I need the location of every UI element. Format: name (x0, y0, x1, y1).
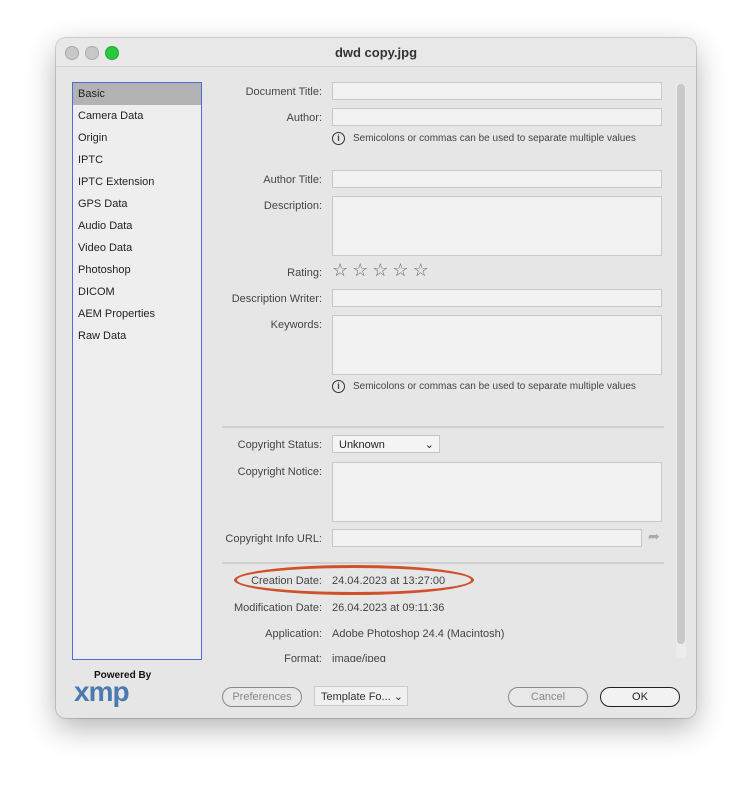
description-writer-input[interactable] (332, 289, 662, 307)
copyright-status-label: Copyright Status: (237, 439, 322, 451)
ok-button[interactable]: OK (600, 687, 680, 707)
copyright-url-input[interactable] (332, 529, 642, 547)
template-folder-select[interactable]: Template Fo... ⌄ (314, 686, 408, 706)
application-value: Adobe Photoshop 24.4 (Macintosh) (332, 628, 505, 640)
chevron-down-icon: ⌄ (393, 691, 403, 703)
author-input[interactable] (332, 108, 662, 126)
form-area: Document Title: Author: i Semicolons or c… (56, 38, 676, 662)
copyright-status-value: Unknown (339, 439, 385, 451)
go-to-url-icon[interactable]: ➦ (648, 528, 660, 545)
info-icon: i (332, 380, 345, 393)
document-title-input[interactable] (332, 82, 662, 100)
scrollbar[interactable] (676, 84, 686, 658)
modification-date-value: 26.04.2023 at 09:11:36 (332, 602, 445, 614)
format-value: image/jpeg (332, 653, 386, 662)
star-icon[interactable]: ☆ (413, 260, 429, 280)
hint-text: Semicolons or commas can be used to sepa… (353, 133, 636, 144)
template-value: Template Fo... (321, 691, 391, 703)
keywords-hint: i Semicolons or commas can be used to sep… (332, 380, 636, 393)
divider (222, 426, 664, 428)
star-icon[interactable]: ☆ (352, 260, 368, 280)
cancel-button[interactable]: Cancel (508, 687, 588, 707)
format-label: Format: (284, 653, 322, 662)
star-icon[interactable]: ☆ (372, 260, 388, 280)
copyright-status-select[interactable]: Unknown ⌄ (332, 435, 440, 453)
author-title-label: Author Title: (263, 174, 322, 186)
author-label: Author: (286, 112, 322, 124)
description-input[interactable] (332, 196, 662, 256)
xmp-logo: xmp (74, 676, 130, 707)
rating-label: Rating: (287, 267, 322, 279)
copyright-url-label: Copyright Info URL: (225, 533, 322, 545)
document-title-label: Document Title: (245, 86, 322, 98)
star-icon[interactable]: ☆ (332, 260, 348, 280)
keywords-label: Keywords: (270, 319, 322, 331)
dialog-window: dwd copy.jpg Basic Camera Data Origin IP… (56, 38, 696, 718)
description-writer-label: Description Writer: (231, 293, 322, 305)
copyright-notice-input[interactable] (332, 462, 662, 522)
star-icon[interactable]: ☆ (392, 260, 408, 280)
keywords-input[interactable] (332, 315, 662, 375)
author-title-input[interactable] (332, 170, 662, 188)
hint-text: Semicolons or commas can be used to sepa… (353, 381, 636, 392)
scrollbar-thumb[interactable] (677, 84, 685, 644)
copyright-notice-label: Copyright Notice: (237, 466, 322, 478)
highlight-ellipse (234, 565, 474, 595)
divider (222, 562, 664, 564)
chevron-down-icon: ⌄ (424, 439, 434, 451)
description-label: Description: (263, 200, 322, 212)
author-hint: i Semicolons or commas can be used to sep… (332, 132, 636, 145)
info-icon: i (332, 132, 345, 145)
application-label: Application: (265, 628, 322, 640)
modification-date-label: Modification Date: (233, 602, 322, 614)
preferences-button[interactable]: Preferences (222, 687, 302, 707)
rating-stars[interactable]: ☆ ☆ ☆ ☆ ☆ (332, 260, 433, 281)
